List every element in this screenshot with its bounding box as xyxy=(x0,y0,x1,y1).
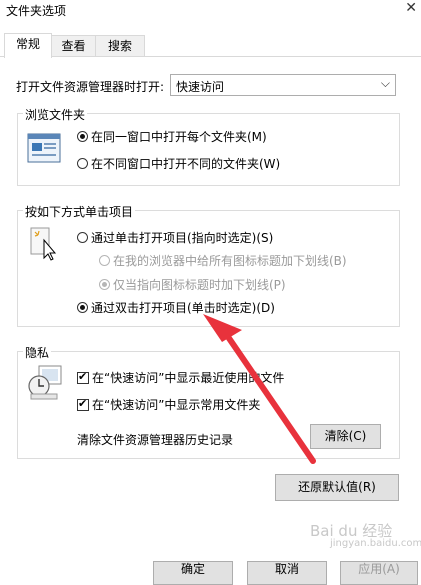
radio-double-click-label: 通过双击打开项目(单击时选定)(D) xyxy=(91,301,275,315)
radio-underline-point: 仅当指向图标标题时加下划线(P) xyxy=(99,276,286,293)
checkbox-indicator-checked: ✔ xyxy=(77,396,89,411)
checkbox-frequent-folders-label: 在“快速访问”中显示常用文件夹 xyxy=(92,398,261,412)
radio-new-window[interactable]: 在不同窗口中打开不同的文件夹(W) xyxy=(77,155,280,172)
radio-same-window-label: 在同一窗口中打开每个文件夹(M) xyxy=(91,130,267,144)
clear-history-button[interactable]: 清除(C) xyxy=(310,424,381,449)
radio-new-window-label: 在不同窗口中打开不同的文件夹(W) xyxy=(91,157,281,171)
browse-folders-group xyxy=(17,113,400,186)
tab-strip: 常规 查看 搜索 xyxy=(0,33,421,58)
ok-button[interactable]: 确定 xyxy=(153,561,233,585)
restore-defaults-button[interactable]: 还原默认值(R) xyxy=(275,474,399,501)
open-explorer-select[interactable]: 快速访问 ⌵ xyxy=(170,74,396,96)
tab-search[interactable]: 搜索 xyxy=(95,35,145,57)
click-pointer-icon xyxy=(30,227,57,261)
radio-indicator xyxy=(77,158,88,169)
checkbox-recent-files[interactable]: ✔ 在“快速访问”中显示最近使用的文件 xyxy=(77,369,284,386)
watermark-subtext: jingyan.baidu.com xyxy=(330,538,421,549)
radio-indicator-checked xyxy=(77,131,88,142)
click-items-title: 按如下方式单击项目 xyxy=(23,203,136,220)
radio-indicator-checked xyxy=(77,302,88,313)
apply-button[interactable]: 应用(A) xyxy=(340,561,418,585)
cancel-button[interactable]: 取消 xyxy=(247,561,327,585)
checkbox-recent-files-label: 在“快速访问”中显示最近使用的文件 xyxy=(92,371,285,385)
tab-view[interactable]: 查看 xyxy=(50,35,97,57)
browse-folders-title: 浏览文件夹 xyxy=(23,106,88,123)
open-explorer-value: 快速访问 xyxy=(176,80,225,94)
privacy-title: 隐私 xyxy=(23,344,52,361)
radio-indicator-disabled-checked xyxy=(99,279,110,290)
checkbox-frequent-folders[interactable]: ✔ 在“快速访问”中显示常用文件夹 xyxy=(77,396,260,413)
folder-window-icon xyxy=(27,133,61,163)
close-icon[interactable]: ✕ xyxy=(405,0,417,16)
open-explorer-label: 打开文件资源管理器时打开: xyxy=(16,80,165,94)
tab-general[interactable]: 常规 xyxy=(4,33,52,58)
chevron-down-icon: ⌵ xyxy=(380,76,390,90)
radio-underline-point-label: 仅当指向图标标题时加下划线(P) xyxy=(113,278,286,292)
radio-same-window[interactable]: 在同一窗口中打开每个文件夹(M) xyxy=(77,128,267,145)
check-icon: ✔ xyxy=(78,396,88,410)
checkbox-indicator-checked: ✔ xyxy=(77,369,89,384)
clear-history-label: 清除文件资源管理器历史记录 xyxy=(77,433,234,447)
radio-single-click-label: 通过单击打开项目(指向时选定)(S) xyxy=(91,231,274,245)
radio-underline-all-label: 在我的浏览器中给所有图标标题加下划线(B) xyxy=(113,254,347,268)
radio-single-click[interactable]: 通过单击打开项目(指向时选定)(S) xyxy=(77,229,273,246)
window-title: 文件夹选项 xyxy=(6,4,67,18)
radio-underline-all: 在我的浏览器中给所有图标标题加下划线(B) xyxy=(99,252,347,269)
recent-files-icon xyxy=(28,365,62,400)
radio-double-click[interactable]: 通过双击打开项目(单击时选定)(D) xyxy=(77,299,275,316)
check-icon: ✔ xyxy=(78,369,88,383)
radio-indicator xyxy=(77,232,88,243)
title-bar: 文件夹选项 ✕ xyxy=(0,0,421,28)
radio-indicator-disabled xyxy=(99,255,110,266)
